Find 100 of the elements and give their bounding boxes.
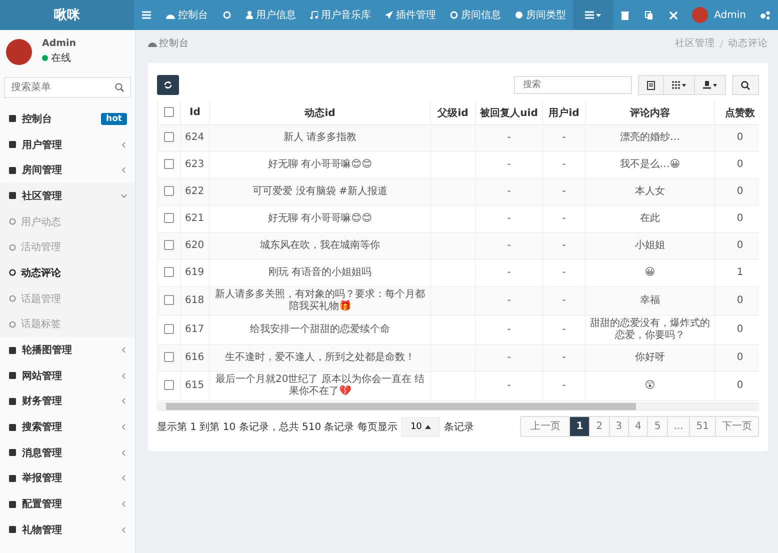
chevron-icon [121,398,127,404]
square-icon [8,474,17,483]
search-field[interactable]: 搜索 [514,76,632,94]
table-cell: 给我安排一个甜甜的恋爱续个命 [250,324,390,335]
chevron-icon [121,526,127,533]
menu-item[interactable]: 控制台 hot [0,106,135,132]
page-link[interactable]: 1 [569,417,590,436]
table-cell: 本人女 [635,186,665,197]
table-cell: 你好呀 [635,352,665,363]
table-cell: - [507,267,511,278]
table-cell: 1 [736,267,744,278]
nav-link[interactable]: 房间信息 [443,0,508,30]
table-cell: 新人 请多多指教 [283,132,357,143]
table-cell: 在此 [640,213,660,224]
table-cell: - [562,324,566,335]
page-link[interactable]: 3 [608,417,628,436]
chevron-icon [121,372,127,379]
circle-icon [9,218,16,226]
avatar-icon [6,38,32,64]
table-cell: - [507,213,511,224]
square-icon [8,422,17,432]
page-link[interactable]: 4 [628,417,648,436]
table-cell: 0 [736,213,744,224]
user-name[interactable]: Admin [714,10,746,20]
square-icon [8,448,17,458]
table-cell: 616 [185,352,204,363]
menu-item[interactable]: 用户管理 [0,132,135,158]
table-cell: - [562,240,566,251]
page-link[interactable]: 上一页 [521,417,570,436]
square-icon [8,140,17,150]
menu-item[interactable]: 网站管理 [0,362,135,389]
row-checkbox[interactable] [164,132,174,142]
menu-item[interactable]: 举报管理 [0,466,135,492]
page-link[interactable]: ... [666,417,690,436]
refresh-icon [164,81,172,89]
row-checkbox[interactable] [164,295,174,306]
table-cell: 小姐姐 [635,240,665,251]
page-link[interactable]: 51 [689,417,715,436]
table-cell: 0 [736,159,744,170]
page-link[interactable]: 下一页 [715,417,758,436]
menu-item[interactable]: 礼物管理 [0,517,135,543]
table-cell: 😀 [644,267,656,278]
row-checkbox[interactable] [164,213,174,224]
nav-link[interactable]: 用户音乐库 [303,0,378,30]
user-icon[interactable] [246,11,254,19]
paper-plane-icon[interactable] [385,11,394,19]
list-view-icon[interactable] [638,75,664,95]
circle-icon [9,295,16,302]
table-cell: 我不是么…😀 [620,159,680,170]
menu-item[interactable]: 搜索管理 [0,414,135,440]
menu-item[interactable]: 轮播图管理 [0,337,135,363]
export-dropdown-icon[interactable] [695,75,726,95]
square-icon [8,346,17,355]
menu-item[interactable]: 配置管理 [0,491,135,517]
menu-item[interactable]: 财务管理 [0,388,135,414]
table-cell: 0 [736,352,744,363]
table-cell: - [562,132,566,143]
row-checkbox[interactable] [164,186,174,196]
nav-link[interactable]: 插件管理 [378,0,444,30]
square-icon [8,525,17,534]
row-checkbox[interactable] [164,352,174,362]
columns-dropdown-icon[interactable] [664,75,695,95]
nav-link[interactable]: 控制台 [159,0,216,30]
search-icon[interactable] [115,83,124,92]
table-cell: 城东风在吹，我在城南等你 [260,240,380,251]
table-cell: - [507,295,511,306]
circle-icon [9,269,16,276]
nav-link[interactable]: 房间类型 [508,0,574,30]
table-cell: 刚玩 有语音的小姐姐吗 [268,267,372,278]
table-cell: 好无聊 有小哥哥嘛😊😊 [268,213,372,224]
menu-item[interactable]: 社区管理 [0,183,135,209]
row-checkbox[interactable] [164,380,174,390]
page-size-dropdown[interactable]: 10 [401,416,440,436]
menu-item[interactable]: 房间管理 [0,157,135,184]
table-cell: 😲 [644,380,656,391]
select-all-checkbox[interactable] [164,107,174,118]
row-checkbox[interactable] [164,267,174,278]
dot-icon[interactable] [515,11,524,19]
submenu-item[interactable]: 动态评论 [0,260,135,286]
square-icon [8,500,17,509]
table-cell: - [507,352,511,363]
music-note-icon[interactable] [310,11,318,19]
menu-item[interactable]: 消息管理 [0,440,135,466]
row-checkbox[interactable] [164,324,174,334]
nav-link[interactable]: 用户信息 [239,0,304,30]
chevron-icon [121,167,127,174]
circle-icon[interactable] [450,11,458,19]
list-dropdown-icon[interactable] [573,0,614,30]
horizontal-scrollbar[interactable] [157,402,759,411]
app-logo[interactable]: 啾咪 [0,0,134,30]
square-icon [8,371,17,380]
row-checkbox[interactable] [164,240,174,250]
page-link[interactable]: 5 [647,417,667,436]
row-checkbox[interactable] [164,159,174,170]
page-link[interactable]: 2 [589,417,609,436]
menu-search-field[interactable]: 搜索菜单 [4,77,131,98]
gauge-icon [148,40,157,47]
table-cell: - [507,186,511,197]
refresh-button[interactable] [157,75,179,95]
table-cell: 0 [736,295,744,306]
